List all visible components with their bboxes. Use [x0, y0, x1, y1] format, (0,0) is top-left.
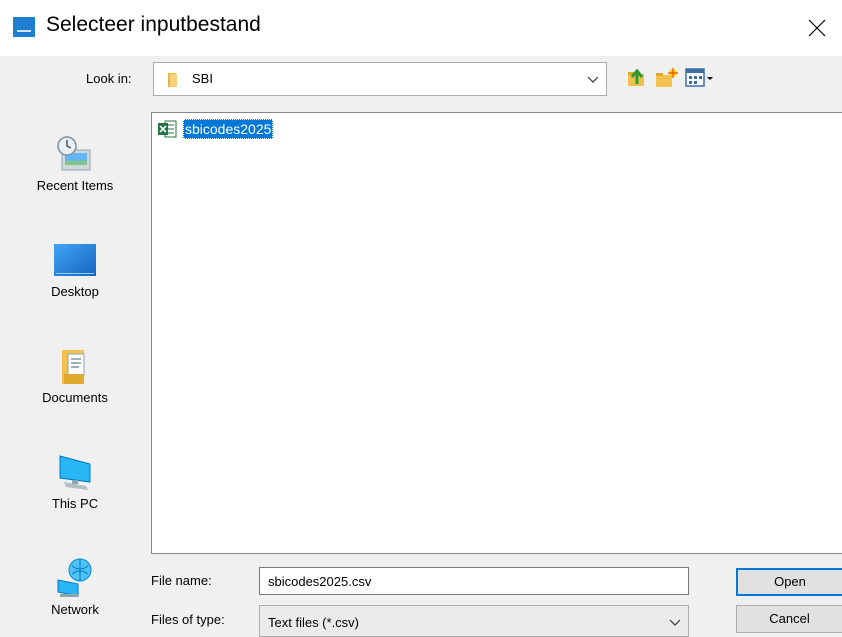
- place-desktop[interactable]: Desktop: [10, 238, 140, 299]
- file-name-input[interactable]: [259, 567, 689, 595]
- app-icon: [13, 17, 35, 37]
- file-open-dialog: Selecteer inputbestand Look in: SBI Rece…: [0, 0, 842, 637]
- place-label: Desktop: [51, 284, 99, 299]
- close-icon: [808, 19, 826, 37]
- file-type-value: Text files (*.csv): [268, 615, 360, 630]
- place-documents[interactable]: Documents: [10, 344, 140, 405]
- look-in-label: Look in:: [86, 71, 132, 86]
- window-title: Selecteer inputbestand: [46, 13, 261, 36]
- place-recent-items[interactable]: Recent Items: [10, 132, 140, 193]
- desktop-icon: [54, 244, 96, 276]
- new-folder-button[interactable]: [655, 67, 679, 89]
- this-pc-icon: [59, 455, 91, 490]
- file-list[interactable]: sbicodes2025: [151, 112, 842, 554]
- file-type-label: Files of type:: [151, 612, 225, 627]
- file-type-dropdown[interactable]: Text files (*.csv): [259, 605, 689, 637]
- place-network[interactable]: Network: [10, 556, 140, 617]
- documents-icon: [62, 350, 85, 384]
- cancel-button[interactable]: Cancel: [736, 605, 842, 633]
- file-name: sbicodes2025: [183, 119, 274, 139]
- place-label: This PC: [51, 496, 99, 511]
- place-label: Documents: [42, 390, 108, 405]
- look-in-value: SBI: [192, 71, 213, 86]
- title-bar[interactable]: Selecteer inputbestand: [0, 0, 842, 56]
- list-item[interactable]: sbicodes2025: [155, 117, 274, 141]
- places-bar: Recent Items Desktop Documents This PC N…: [10, 112, 140, 637]
- up-one-level-button[interactable]: [626, 67, 648, 89]
- file-name-label: File name:: [151, 573, 212, 588]
- folder-icon: [168, 73, 177, 87]
- new-folder-icon: [656, 68, 678, 87]
- up-folder-icon: [628, 68, 644, 86]
- chevron-down-icon: [587, 76, 599, 83]
- chevron-down-icon: [669, 619, 681, 626]
- place-label: Network: [51, 602, 99, 617]
- network-icon: [57, 558, 92, 597]
- excel-csv-icon: [158, 120, 177, 138]
- close-button[interactable]: [792, 0, 842, 56]
- place-this-pc[interactable]: This PC: [10, 450, 140, 511]
- place-label: Recent Items: [36, 178, 114, 193]
- view-list-icon: [685, 68, 713, 87]
- look-in-dropdown[interactable]: SBI: [153, 62, 607, 96]
- open-button[interactable]: Open: [736, 568, 842, 596]
- recent-items-icon: [57, 136, 91, 171]
- view-menu-button[interactable]: [685, 67, 715, 89]
